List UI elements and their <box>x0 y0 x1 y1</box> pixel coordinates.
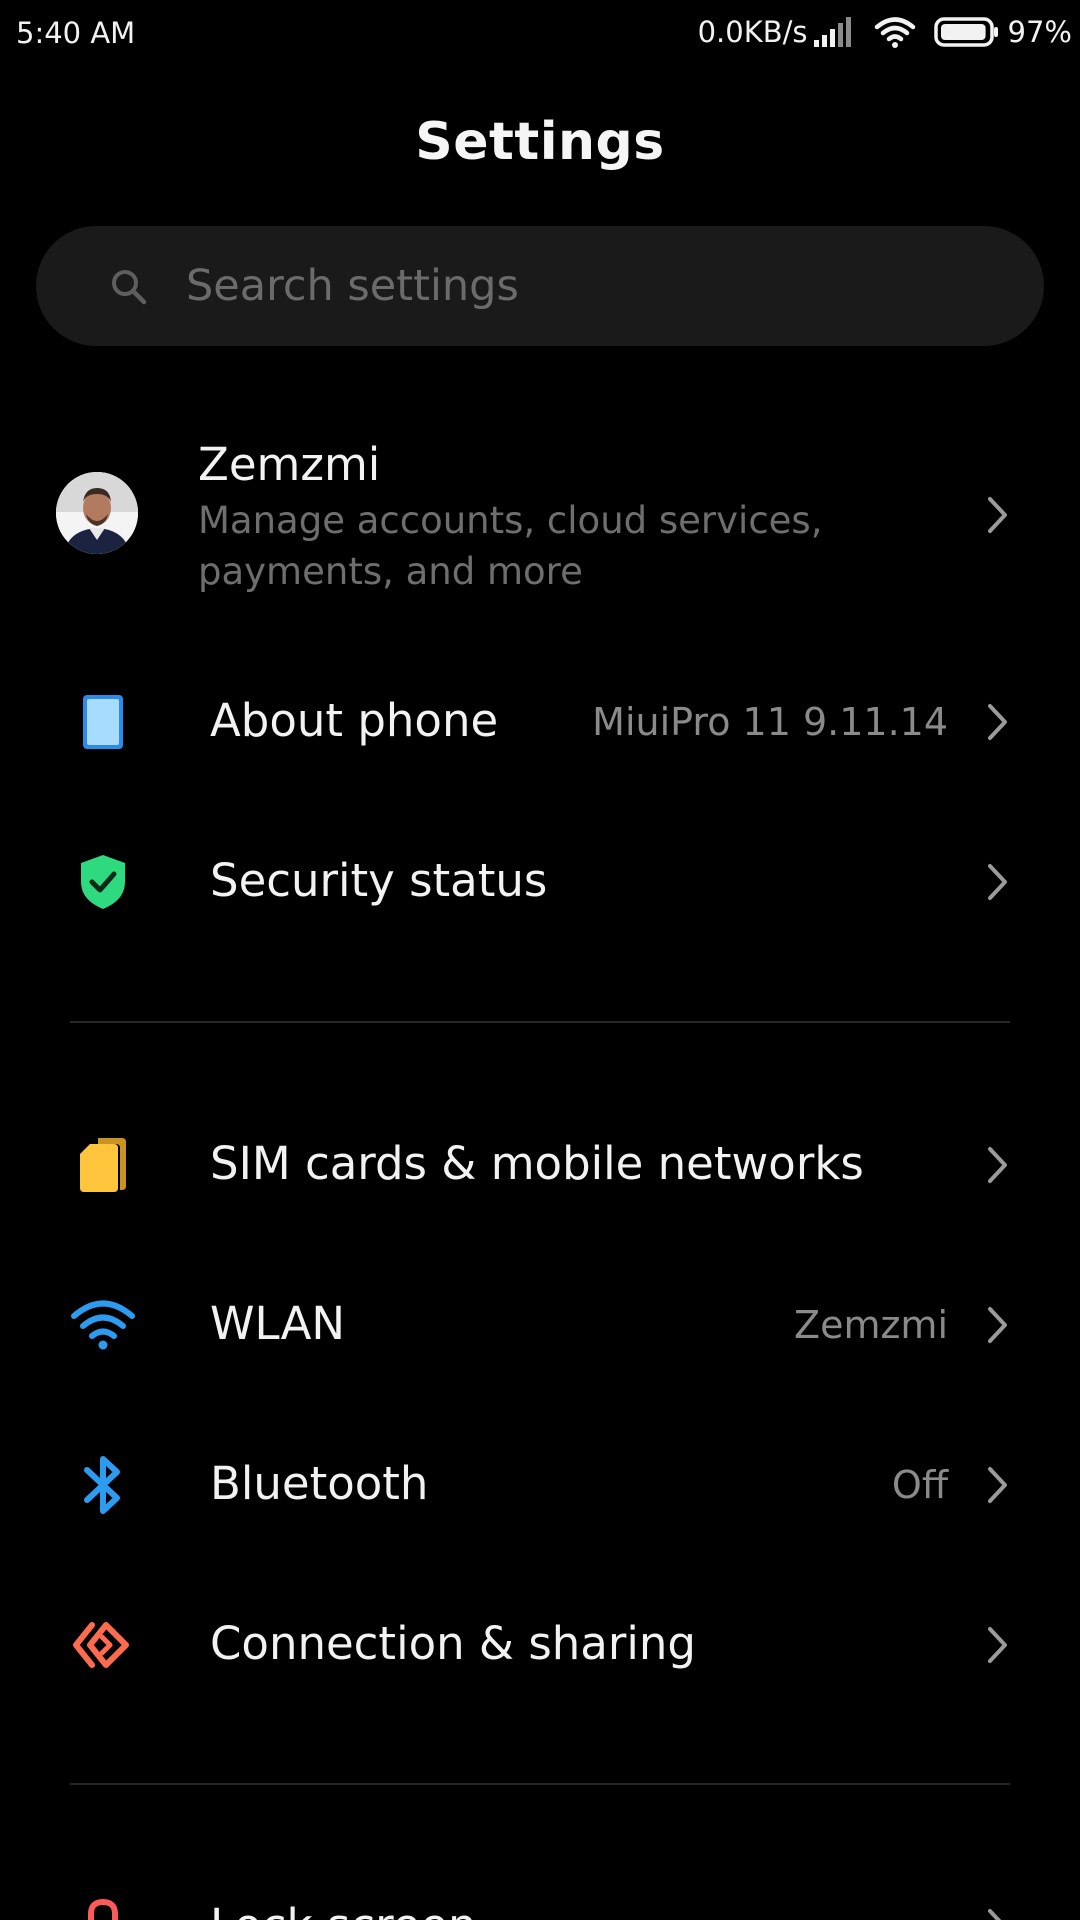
sim-card-icon <box>68 1130 138 1200</box>
shield-check-icon <box>68 847 138 917</box>
avatar <box>56 472 138 554</box>
settings-screen: 5:40 AM 0.0KB/s 97% Settings Search sett… <box>0 0 1080 1920</box>
status-indicators: 0.0KB/s 97% <box>698 14 1072 50</box>
status-time: 5:40 AM <box>16 16 136 50</box>
about-phone-row[interactable]: About phone MiuiPro 11 9.11.14 <box>0 652 1080 792</box>
connection-sharing-label: Connection & sharing <box>210 1617 696 1670</box>
bluetooth-icon <box>68 1450 138 1520</box>
account-row[interactable]: Zemzmi Manage accounts, cloud services, … <box>0 420 1080 600</box>
lock-screen-label: Lock screen <box>210 1899 477 1920</box>
wifi-icon <box>68 1290 138 1360</box>
search-icon <box>112 270 147 305</box>
chevron-right-icon <box>988 1467 1007 1503</box>
phone-icon <box>68 687 138 757</box>
bluetooth-label: Bluetooth <box>210 1457 429 1510</box>
bluetooth-value: Off <box>891 1463 948 1507</box>
about-phone-value: MiuiPro 11 9.11.14 <box>592 700 948 744</box>
page-title: Settings <box>415 112 665 172</box>
about-phone-label: About phone <box>210 694 499 747</box>
connection-sharing-row[interactable]: Connection & sharing <box>0 1575 1080 1715</box>
chevron-right-icon <box>988 1147 1007 1183</box>
account-name: Zemzmi <box>198 438 381 491</box>
cellular-signal-icon <box>813 17 851 47</box>
battery-percent: 97% <box>1007 15 1072 49</box>
lock-icon <box>68 1892 138 1920</box>
search-input[interactable] <box>186 256 986 316</box>
network-speed: 0.0KB/s <box>697 15 808 49</box>
status-bar: 5:40 AM 0.0KB/s 97% <box>0 0 1080 66</box>
bluetooth-row[interactable]: Bluetooth Off <box>0 1415 1080 1555</box>
chevron-right-icon <box>988 497 1007 533</box>
sim-cards-label: SIM cards & mobile networks <box>210 1137 864 1190</box>
search-bar[interactable] <box>36 226 1044 346</box>
chevron-right-icon <box>988 1909 1002 1920</box>
chevron-right-icon <box>988 1307 1007 1343</box>
connection-sharing-icon <box>68 1610 138 1680</box>
lock-screen-row[interactable]: Lock screen <box>0 1857 1080 1920</box>
security-status-label: Security status <box>210 854 548 907</box>
security-status-row[interactable]: Security status <box>0 812 1080 952</box>
chevron-right-icon <box>988 1627 1007 1663</box>
battery-icon <box>933 17 998 47</box>
wlan-value: Zemzmi <box>794 1303 948 1347</box>
sim-cards-row[interactable]: SIM cards & mobile networks <box>0 1095 1080 1235</box>
section-divider <box>70 1021 1010 1023</box>
chevron-right-icon <box>988 864 1007 900</box>
wlan-label: WLAN <box>210 1297 346 1350</box>
account-description: Manage accounts, cloud services, payment… <box>198 499 823 593</box>
wlan-row[interactable]: WLAN Zemzmi <box>0 1255 1080 1395</box>
chevron-right-icon <box>988 704 1007 740</box>
wifi-status-icon <box>874 17 915 48</box>
section-divider <box>70 1783 1010 1785</box>
